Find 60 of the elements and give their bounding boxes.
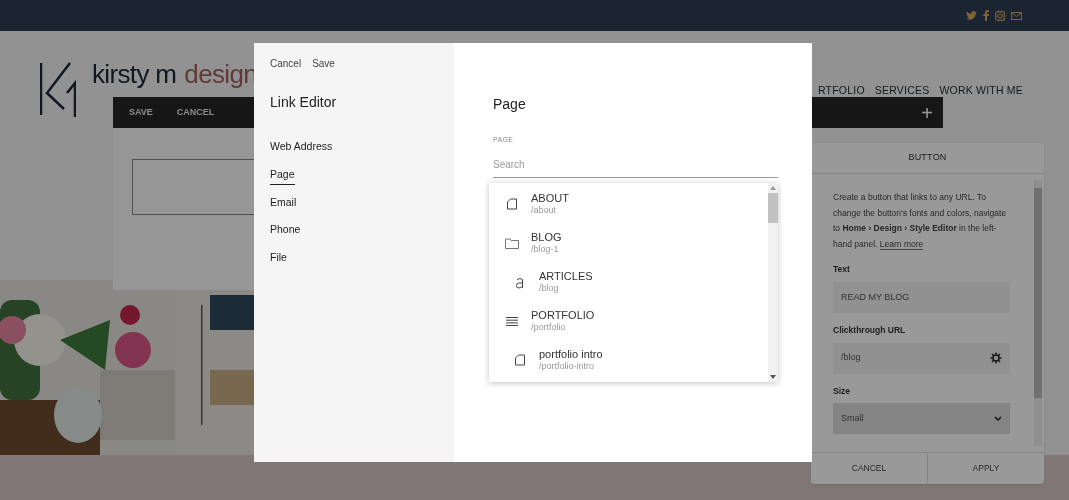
page-path: /blog-1	[531, 244, 560, 256]
page-icon	[514, 354, 526, 366]
field-label: Clickthrough URL	[833, 323, 907, 337]
page-list-item[interactable]: ABOUT /about	[489, 184, 768, 224]
page-icon	[506, 198, 518, 210]
page-title: PORTFOLIO	[531, 308, 595, 323]
input-field[interactable]: /blog	[833, 342, 1010, 374]
letter-a-icon	[515, 275, 525, 289]
input-field[interactable]: READ MY BLOG	[833, 281, 1010, 313]
page-list-item[interactable]: PORTFOLIO /portfolio	[489, 301, 768, 341]
nav-link[interactable]: RTFOLIO	[818, 83, 865, 99]
page-path: /about	[531, 205, 558, 217]
scrollbar-thumb[interactable]	[1034, 188, 1042, 398]
scrollbar[interactable]	[1034, 180, 1042, 446]
nav-link[interactable]: SERVICES	[874, 83, 930, 99]
page-title: ABOUT	[531, 191, 569, 206]
dialog-action[interactable]: Save	[312, 56, 335, 71]
facebook-icon[interactable]	[983, 10, 989, 21]
folder-icon	[505, 237, 519, 249]
mail-icon[interactable]	[1011, 11, 1022, 20]
page-title: BLOG	[531, 230, 562, 245]
scrollbar[interactable]	[768, 182, 778, 382]
page-title: ARTICLES	[539, 269, 593, 284]
add-button[interactable]: +	[921, 102, 933, 123]
page-path: /portfolio	[531, 322, 567, 334]
settings-icon[interactable]	[990, 352, 1002, 364]
chevron-down-icon	[994, 416, 1002, 422]
page-list-item[interactable]: ARTICLES /blog	[489, 262, 768, 302]
link-type-tab[interactable]: Phone	[270, 222, 301, 240]
camera-icon[interactable]	[995, 10, 1005, 21]
page-title: portfolio intro	[539, 347, 603, 362]
editor-bar-button[interactable]: CANCEL	[176, 105, 215, 120]
editor-bar-button[interactable]: SAVE	[129, 105, 153, 120]
lines-icon	[506, 316, 518, 326]
dialog-action[interactable]: Cancel	[270, 56, 302, 71]
page-path: /portfolio-intro	[539, 361, 596, 373]
logo-icon	[40, 61, 76, 117]
field-label: Size	[833, 384, 851, 398]
scrollbar-thumb[interactable]	[768, 192, 778, 223]
field-label: Text	[833, 263, 851, 276]
link-type-tab[interactable]: Web Address	[270, 139, 333, 157]
panel-description: Create a button that links to any URL. To change the button's fonts and colors, navigate to Home › Design › Style Editor in the left-hand panel. Learn more	[833, 191, 1008, 252]
bird-icon[interactable]	[966, 11, 977, 20]
size-select[interactable]: Small	[833, 403, 1010, 435]
logo-name: kirsty m	[92, 61, 177, 87]
panel-button[interactable]: APPLY	[927, 453, 1044, 484]
section-title: Page	[493, 95, 527, 114]
nav-link[interactable]: WORK WITH ME	[939, 83, 1023, 99]
link-type-tab[interactable]: File	[270, 250, 287, 268]
page-list-item[interactable]: portfolio intro /portfolio-intro	[489, 340, 768, 380]
learn-more-link[interactable]: Learn more	[879, 238, 924, 250]
link-type-tab[interactable]: Page	[270, 166, 295, 185]
link-type-tab[interactable]: Email	[270, 194, 297, 213]
panel-button[interactable]: CANCEL	[811, 453, 927, 484]
dialog-title: Link Editor	[270, 93, 338, 112]
page-list-item[interactable]: BLOG /blog-1	[489, 223, 768, 263]
scroll-down-icon[interactable]	[770, 374, 776, 379]
scroll-up-icon[interactable]	[770, 185, 776, 190]
page-path: /blog	[539, 283, 560, 295]
search-field[interactable]: Search	[493, 151, 778, 178]
